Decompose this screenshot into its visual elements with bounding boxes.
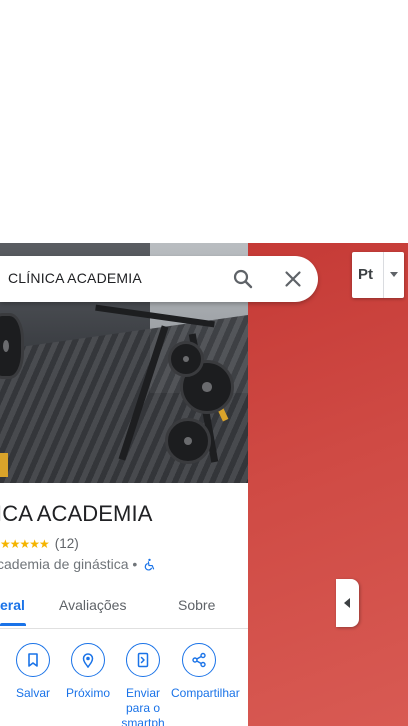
tab-about[interactable]: Sobre bbox=[178, 597, 215, 613]
place-tabs: eral Avaliações Sobre bbox=[0, 586, 248, 629]
nearby-label: Próximo bbox=[65, 686, 110, 700]
search-input[interactable]: CLÍNICA ACADEMIA bbox=[0, 256, 318, 302]
send-to-phone-button[interactable]: Enviar para o smartph bbox=[115, 643, 171, 726]
share-icon bbox=[192, 652, 206, 668]
action-bar: Salvar Próximo Enviar para o smartph Com… bbox=[0, 643, 248, 726]
close-icon[interactable] bbox=[281, 267, 305, 291]
layer-divider bbox=[383, 252, 384, 298]
nearby-icon bbox=[82, 653, 94, 668]
tab-overview[interactable]: eral bbox=[0, 597, 25, 613]
rack-accent bbox=[0, 453, 8, 477]
review-count[interactable]: (12) bbox=[55, 536, 79, 551]
chevron-left-icon bbox=[344, 598, 350, 608]
save-button[interactable]: Salvar bbox=[5, 643, 61, 701]
gym-machine bbox=[0, 313, 24, 379]
blank-area bbox=[0, 0, 408, 243]
collapse-panel-button[interactable] bbox=[336, 579, 359, 627]
search-icon[interactable] bbox=[231, 267, 255, 291]
chevron-down-icon[interactable] bbox=[390, 272, 398, 277]
search-query[interactable]: CLÍNICA ACADEMIA bbox=[8, 270, 142, 286]
share-button[interactable]: Compartilhar bbox=[171, 643, 240, 701]
map-layer-button[interactable]: Pt bbox=[352, 252, 404, 298]
active-tab-indicator bbox=[0, 623, 26, 626]
rating-row: ★★★★★ (12) bbox=[0, 536, 79, 554]
place-category[interactable]: cademia de ginástica • bbox=[0, 556, 137, 572]
wheelchair-icon bbox=[144, 558, 155, 571]
save-label: Salvar bbox=[15, 686, 50, 700]
layer-label: Pt bbox=[358, 266, 373, 283]
nearby-button[interactable]: Próximo bbox=[60, 643, 116, 701]
share-label: Compartilhar bbox=[171, 686, 240, 700]
weight-plate bbox=[165, 418, 211, 464]
place-panel: ICA ACADEMIA ★★★★★ (12) cademia de ginást… bbox=[0, 243, 248, 726]
send-to-phone-icon bbox=[137, 652, 149, 668]
category-row: cademia de ginástica • bbox=[0, 556, 156, 572]
bookmark-icon bbox=[28, 653, 38, 667]
map-canvas[interactable] bbox=[248, 243, 408, 726]
rating-stars: ★★★★★ bbox=[0, 537, 50, 551]
place-title: ICA ACADEMIA bbox=[0, 501, 153, 526]
tab-reviews[interactable]: Avaliações bbox=[59, 597, 126, 613]
send-to-phone-label: Enviar para o smartph bbox=[121, 686, 165, 726]
weight-plate bbox=[168, 341, 204, 377]
